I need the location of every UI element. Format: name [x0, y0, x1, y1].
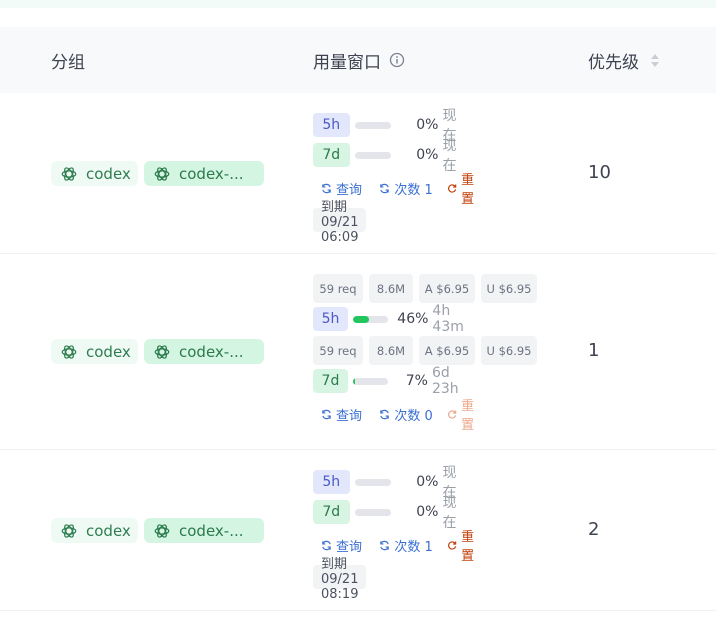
- stat-tokens: 8.6M: [369, 336, 413, 365]
- top-strip: [0, 0, 716, 8]
- query-button[interactable]: 查询: [321, 405, 379, 424]
- priority-value: 2: [588, 519, 600, 540]
- usage-stats-7d: 59 req 8.6M A $6.95 U $6.95: [313, 336, 537, 365]
- window-5h: 5h 46% 4h 43m: [313, 303, 479, 335]
- stat-requests: 59 req: [313, 274, 363, 303]
- window-5h: 5h 0% 现在: [313, 465, 468, 501]
- progress-bar: [353, 315, 389, 323]
- refresh-icon: [322, 540, 331, 550]
- openai-logo-icon: [154, 344, 170, 359]
- window-label-7d: 7d: [313, 143, 350, 167]
- column-header-group-label: 分组: [51, 52, 85, 73]
- group-tags: codex codex-...: [51, 518, 264, 543]
- window-7d: 7d 0% 现在: [313, 495, 468, 531]
- refresh-icon: [322, 409, 331, 419]
- group-tag[interactable]: codex: [51, 518, 138, 543]
- window-label-5h: 5h: [313, 113, 350, 137]
- openai-logo-icon: [61, 166, 77, 181]
- openai-logo-icon: [154, 523, 170, 538]
- progress-bar: [354, 121, 391, 129]
- group-tag-label: codex-...: [179, 342, 244, 361]
- sort-icon[interactable]: [651, 53, 659, 67]
- window-percent: 0%: [416, 147, 439, 163]
- window-percent: 46%: [397, 311, 429, 327]
- info-circle-icon[interactable]: [389, 52, 405, 68]
- reset-icon: [448, 409, 457, 419]
- group-tag-label: codex: [86, 342, 131, 361]
- count-button[interactable]: 次数 1: [379, 536, 447, 555]
- refresh-icon: [322, 183, 331, 193]
- openai-logo-icon: [154, 166, 170, 181]
- openai-logo-icon: [61, 344, 77, 359]
- refresh-icon: [380, 540, 390, 550]
- group-tag-label: codex: [86, 521, 131, 540]
- window-7d: 7d 7% 6d 23h: [313, 365, 475, 397]
- window-label-5h: 5h: [313, 470, 350, 494]
- group-tag[interactable]: codex-...: [144, 518, 264, 543]
- refresh-icon: [380, 409, 390, 419]
- table-row: codex codex-... 59 req 8.6M A $6.95 U $6…: [0, 254, 716, 450]
- window-percent: 0%: [416, 504, 439, 520]
- reset-icon: [448, 540, 457, 550]
- window-5h: 5h 0% 现在: [313, 108, 468, 144]
- group-tag[interactable]: codex: [51, 161, 138, 186]
- column-header-priority[interactable]: 优先级: [588, 27, 659, 93]
- group-tags: codex codex-...: [51, 339, 264, 364]
- window-7d: 7d 0% 现在: [313, 138, 468, 174]
- row-actions: 查询 次数 0 重置: [321, 399, 485, 433]
- window-reset-time: 4h 43m: [432, 303, 464, 335]
- window-percent: 7%: [405, 373, 428, 389]
- progress-bar: [354, 151, 391, 159]
- reset-button[interactable]: 重置: [447, 395, 485, 433]
- window-label-7d: 7d: [313, 369, 348, 393]
- stat-tokens: 8.6M: [369, 274, 413, 303]
- window-percent: 0%: [416, 474, 439, 490]
- column-header-window-label: 用量窗口: [313, 52, 381, 73]
- refresh-icon: [380, 183, 390, 193]
- group-tag-label: codex-...: [179, 521, 244, 540]
- expiry-badge: 到期 09/21 06:09: [313, 200, 367, 245]
- stat-requests: 59 req: [313, 336, 363, 365]
- table-row: codex codex-... 5h 0% 现在 7d 0% 现在 查询 次数 …: [0, 93, 716, 254]
- window-percent: 0%: [416, 117, 439, 133]
- count-button[interactable]: 次数 0: [379, 405, 447, 424]
- group-tag[interactable]: codex: [51, 339, 138, 364]
- reset-icon: [448, 183, 457, 193]
- expiry-badge: 到期 09/21 08:19: [313, 557, 367, 602]
- group-tags: codex codex-...: [51, 161, 264, 186]
- table-row: codex codex-... 5h 0% 现在 7d 0% 现在 查询 次数 …: [0, 450, 716, 611]
- column-header-window: 用量窗口: [313, 27, 405, 93]
- group-tag-label: codex: [86, 164, 131, 183]
- reset-button[interactable]: 重置: [447, 169, 485, 207]
- progress-bar: [352, 377, 388, 385]
- stat-cost-a: A $6.95: [419, 336, 475, 365]
- usage-stats-5h: 59 req 8.6M A $6.95 U $6.95: [313, 274, 537, 303]
- reset-button[interactable]: 重置: [447, 526, 485, 564]
- column-header-group: 分组: [51, 27, 85, 93]
- column-header-priority-label: 优先级: [588, 52, 639, 73]
- group-tag[interactable]: codex-...: [144, 339, 264, 364]
- progress-bar: [354, 478, 391, 486]
- window-label-7d: 7d: [313, 500, 350, 524]
- group-tag[interactable]: codex-...: [144, 161, 264, 186]
- stat-cost-u: U $6.95: [481, 336, 537, 365]
- window-reset-time: 6d 23h: [431, 365, 459, 397]
- openai-logo-icon: [61, 523, 77, 538]
- priority-value: 10: [588, 162, 611, 183]
- priority-value: 1: [588, 340, 600, 361]
- stat-cost-a: A $6.95: [419, 274, 475, 303]
- group-tag-label: codex-...: [179, 164, 244, 183]
- progress-bar: [354, 508, 391, 516]
- table-header: 分组 用量窗口 优先级: [0, 27, 716, 93]
- count-button[interactable]: 次数 1: [379, 179, 447, 198]
- stat-cost-u: U $6.95: [481, 274, 537, 303]
- window-label-5h: 5h: [313, 307, 349, 331]
